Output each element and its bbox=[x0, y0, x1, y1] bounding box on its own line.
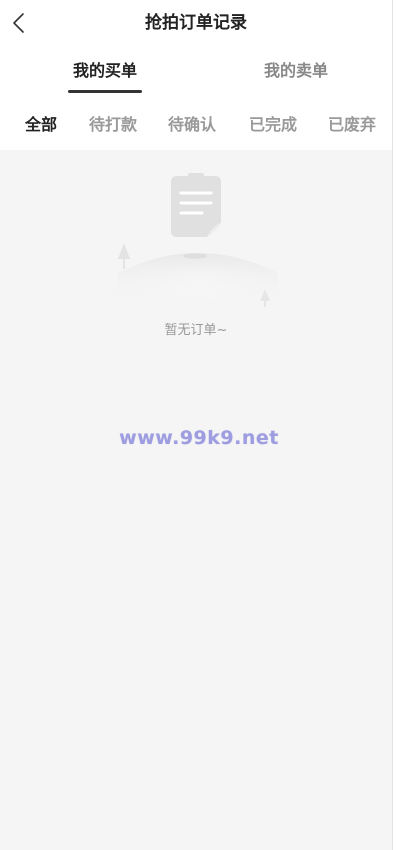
tab-my-sell-orders[interactable]: 我的卖单 bbox=[264, 60, 328, 82]
filter-tab-all[interactable]: 全部 bbox=[25, 114, 57, 136]
app-screen: 抢拍订单记录 我的买单 我的卖单 全部 待打款 待确认 已完成 已废弃 暂无订单… bbox=[0, 0, 392, 850]
status-filter-tabs: 全部 待打款 待确认 已完成 已废弃 bbox=[0, 106, 392, 146]
filter-tab-pending-confirm[interactable]: 待确认 bbox=[168, 114, 216, 136]
empty-state-message: 暂无订单~ bbox=[164, 323, 228, 338]
main-tab-bar: 我的买单 我的卖单 bbox=[0, 52, 392, 96]
window-right-edge bbox=[392, 0, 396, 850]
filter-tab-pending-payment[interactable]: 待打款 bbox=[89, 114, 137, 136]
filter-tab-completed[interactable]: 已完成 bbox=[249, 114, 297, 136]
empty-state-illustration bbox=[110, 165, 286, 315]
page-header: 抢拍订单记录 我的买单 我的卖单 全部 待打款 待确认 已完成 已废弃 bbox=[0, 0, 392, 150]
active-tab-indicator bbox=[68, 90, 142, 93]
page-title: 抢拍订单记录 bbox=[145, 13, 247, 33]
empty-document-icon bbox=[112, 173, 284, 315]
nav-bar: 抢拍订单记录 bbox=[0, 0, 392, 46]
tab-my-buy-orders[interactable]: 我的买单 bbox=[73, 60, 137, 82]
filter-tab-abandoned[interactable]: 已废弃 bbox=[328, 114, 376, 136]
watermark-text: www.99k9.net bbox=[119, 427, 279, 449]
